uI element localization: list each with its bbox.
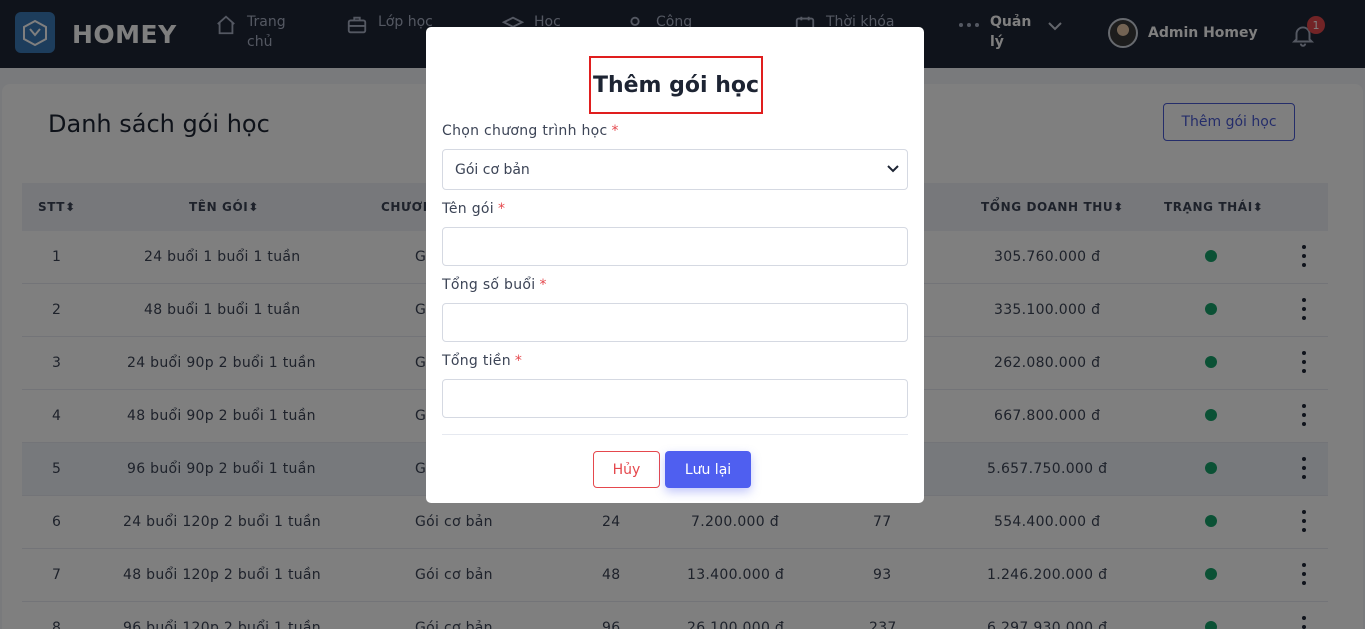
program-select[interactable]: Gói cơ bản	[442, 149, 908, 190]
label-text: Chọn chương trình học	[442, 123, 608, 139]
label-text: Tổng tiền	[442, 353, 511, 369]
label-text: Tổng số buổi	[442, 277, 536, 293]
save-button[interactable]: Lưu lại	[665, 451, 751, 488]
chevron-down-icon	[887, 165, 899, 173]
total-sessions-input[interactable]	[442, 303, 908, 342]
required-mark: *	[539, 277, 547, 293]
modal-title-highlight: Thêm gói học	[589, 56, 763, 114]
package-name-input[interactable]	[442, 227, 908, 266]
modal-title: Thêm gói học	[592, 72, 760, 98]
modal-divider	[442, 434, 908, 435]
required-mark: *	[497, 201, 506, 217]
add-package-modal: Thêm gói học Chọn chương trình học * Gói …	[426, 27, 924, 503]
required-mark: *	[611, 123, 619, 139]
cancel-button[interactable]: Hủy	[593, 451, 660, 488]
select-value: Gói cơ bản	[455, 161, 530, 178]
program-label: Chọn chương trình học *	[442, 123, 619, 139]
name-label: Tên gói *	[442, 201, 505, 217]
total-price-input[interactable]	[442, 379, 908, 418]
price-label: Tổng tiền *	[442, 353, 522, 369]
required-mark: *	[514, 353, 523, 369]
label-text: Tên gói	[442, 201, 494, 217]
sessions-label: Tổng số buổi *	[442, 277, 547, 293]
